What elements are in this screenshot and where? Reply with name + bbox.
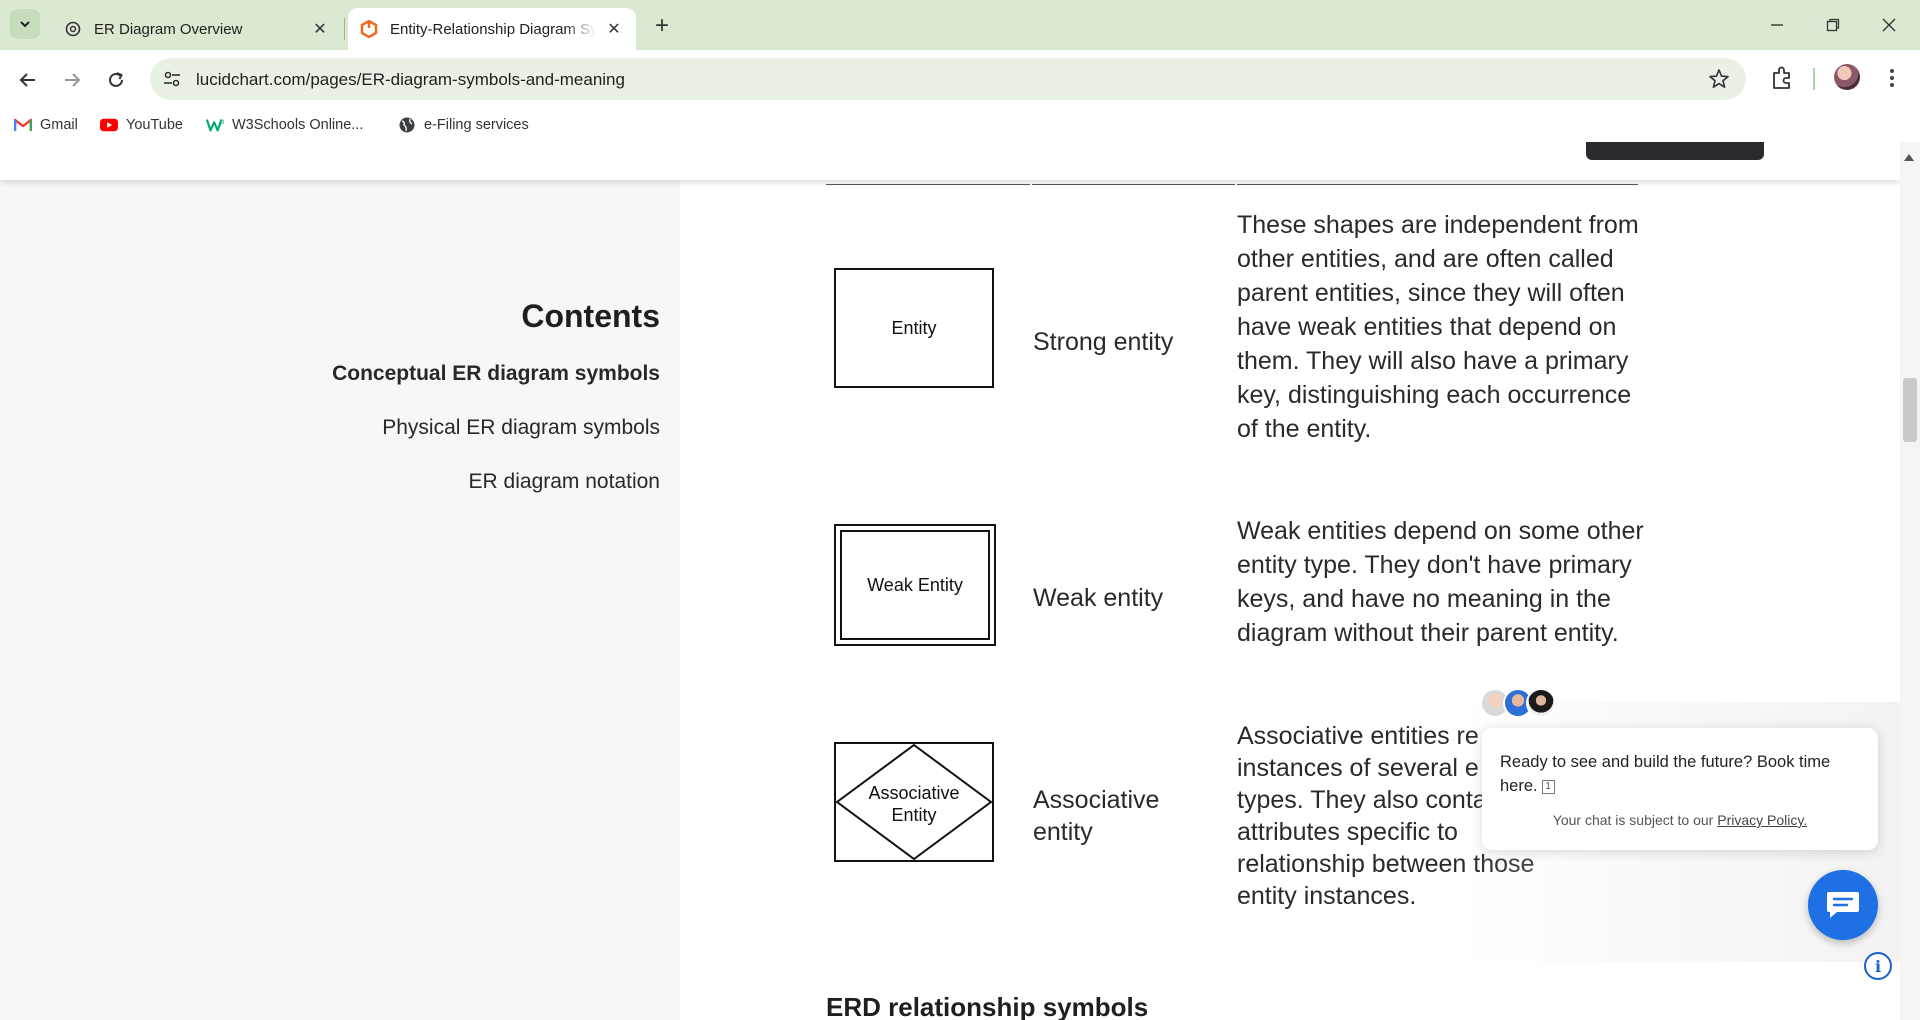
bookmark-w3schools[interactable]: 3 W3Schools Online... xyxy=(206,115,363,135)
symbol-label: Weak Entity xyxy=(867,574,963,595)
page-scrollbar[interactable] xyxy=(1900,142,1920,1020)
info-icon[interactable]: i xyxy=(1864,952,1892,980)
toolbar-divider xyxy=(1813,68,1815,90)
reload-icon xyxy=(109,72,123,87)
bookmark-label: W3Schools Online... xyxy=(232,117,364,133)
symbol-name: Weak entity xyxy=(1033,584,1164,612)
tab-search-button[interactable] xyxy=(10,9,40,39)
header-cta-button[interactable] xyxy=(1586,142,1764,160)
tab-strip: ER Diagram Overview ✕ Entity-Relationshi… xyxy=(0,0,1920,50)
browser-toolbar: lucidchart.com/pages/ER-diagram-symbols-… xyxy=(0,50,1920,108)
bookmark-efiling[interactable]: e-Filing services xyxy=(398,115,529,135)
chat-popup[interactable]: Ready to see and build the future? Book … xyxy=(1482,728,1878,850)
symbol-label-line: Entity xyxy=(891,805,937,825)
symbol-label-line: Associative xyxy=(868,783,960,803)
close-tab-icon[interactable]: ✕ xyxy=(604,19,624,39)
bookmarks-bar: Gmail YouTube 3 W3Schools Online... e-Fi… xyxy=(0,108,1920,142)
page-viewport: Contents Conceptual ER diagram symbols P… xyxy=(0,142,1900,1020)
table-rule xyxy=(826,184,1030,185)
table-rule xyxy=(1237,184,1638,185)
privacy-policy-link[interactable]: Privacy Policy. xyxy=(1717,812,1807,828)
symbol-name-line: entity xyxy=(1033,818,1093,846)
reload-button[interactable] xyxy=(100,64,132,96)
chat-privacy-notice: Your chat is subject to our Privacy Poli… xyxy=(1482,812,1878,828)
profile-avatar[interactable] xyxy=(1834,64,1860,90)
forward-button[interactable] xyxy=(56,64,88,96)
bookmark-label: Gmail xyxy=(40,117,78,133)
close-icon xyxy=(1882,18,1896,32)
site-settings-icon[interactable] xyxy=(162,69,182,89)
contents-sidebar xyxy=(0,142,680,1020)
restore-icon xyxy=(1826,18,1840,32)
chat-bubble-icon xyxy=(1827,892,1859,918)
tab-divider xyxy=(344,18,345,40)
w3schools-icon: 3 xyxy=(206,116,224,134)
tab-title: ER Diagram Overview xyxy=(94,20,243,38)
arrow-right-icon xyxy=(65,73,81,87)
lucidchart-icon xyxy=(360,20,378,38)
entity-symbol: Entity xyxy=(834,268,994,388)
symbol-name: Strong entity xyxy=(1033,328,1174,356)
table-rule xyxy=(1032,184,1235,185)
privacy-prefix: Your chat is subject to our xyxy=(1552,812,1714,828)
url-text[interactable]: lucidchart.com/pages/ER-diagram-symbols-… xyxy=(196,70,625,90)
tab-er-diagram-overview[interactable]: ER Diagram Overview ✕ xyxy=(52,8,342,50)
arrow-left-icon xyxy=(19,73,35,87)
scrollbar-thumb[interactable] xyxy=(1903,378,1917,442)
toc-link-notation[interactable]: ER diagram notation xyxy=(469,470,660,494)
symbol-label: Entity xyxy=(891,317,937,338)
globe-icon xyxy=(398,116,416,134)
bookmark-star-icon[interactable] xyxy=(1708,68,1730,90)
symbol-name: Associative entity xyxy=(1033,784,1159,848)
weak-entity-inner-border: Weak Entity xyxy=(840,530,990,640)
bookmark-gmail[interactable]: Gmail xyxy=(14,115,78,135)
browser-menu-button[interactable] xyxy=(1880,64,1904,92)
chevron-down-icon xyxy=(20,21,30,28)
address-bar[interactable]: lucidchart.com/pages/ER-diagram-symbols-… xyxy=(150,58,1746,100)
chatgpt-icon xyxy=(64,20,82,38)
symbol-description: Weak entities depend on some other entit… xyxy=(1237,517,1644,647)
symbol-description: These shapes are independent from other … xyxy=(1237,211,1639,443)
back-button[interactable] xyxy=(12,64,44,96)
minimize-icon xyxy=(1771,24,1783,26)
chat-message: Ready to see and build the future? Book … xyxy=(1500,750,1860,798)
symbol-label: Associative Entity xyxy=(836,782,992,826)
symbol-name-line: Associative xyxy=(1033,786,1160,814)
bookmark-label: YouTube xyxy=(126,117,183,133)
scroll-up-arrow[interactable] xyxy=(1904,154,1914,161)
agent-avatar xyxy=(1526,688,1556,718)
youtube-icon xyxy=(100,116,118,134)
restore-button[interactable] xyxy=(1810,10,1856,40)
tab-title: Entity-Relationship Diagram Symbols and … xyxy=(390,20,596,38)
bookmark-label: e-Filing services xyxy=(424,117,529,133)
gmail-icon xyxy=(14,116,32,134)
weak-entity-symbol: Weak Entity xyxy=(834,524,996,646)
extensions-icon[interactable] xyxy=(1768,64,1796,92)
new-tab-button[interactable]: + xyxy=(648,12,676,40)
contents-heading: Contents xyxy=(521,298,660,334)
minimize-button[interactable] xyxy=(1754,10,1800,40)
chat-agent-avatars xyxy=(1480,688,1556,718)
svg-text:3: 3 xyxy=(220,119,224,126)
tab-er-symbols[interactable]: Entity-Relationship Diagram Symbols and … xyxy=(348,8,636,50)
toc-link-conceptual[interactable]: Conceptual ER diagram symbols xyxy=(332,362,660,386)
section-heading: ERD relationship symbols xyxy=(826,992,1149,1020)
close-window-button[interactable] xyxy=(1866,10,1912,40)
chat-reference-badge: 1 xyxy=(1541,779,1555,794)
close-tab-icon[interactable]: ✕ xyxy=(310,19,330,39)
toc-link-physical[interactable]: Physical ER diagram symbols xyxy=(382,416,660,440)
associative-entity-symbol: Associative Entity xyxy=(834,742,994,862)
bookmark-youtube[interactable]: YouTube xyxy=(100,115,183,135)
chat-open-button[interactable] xyxy=(1808,870,1878,940)
